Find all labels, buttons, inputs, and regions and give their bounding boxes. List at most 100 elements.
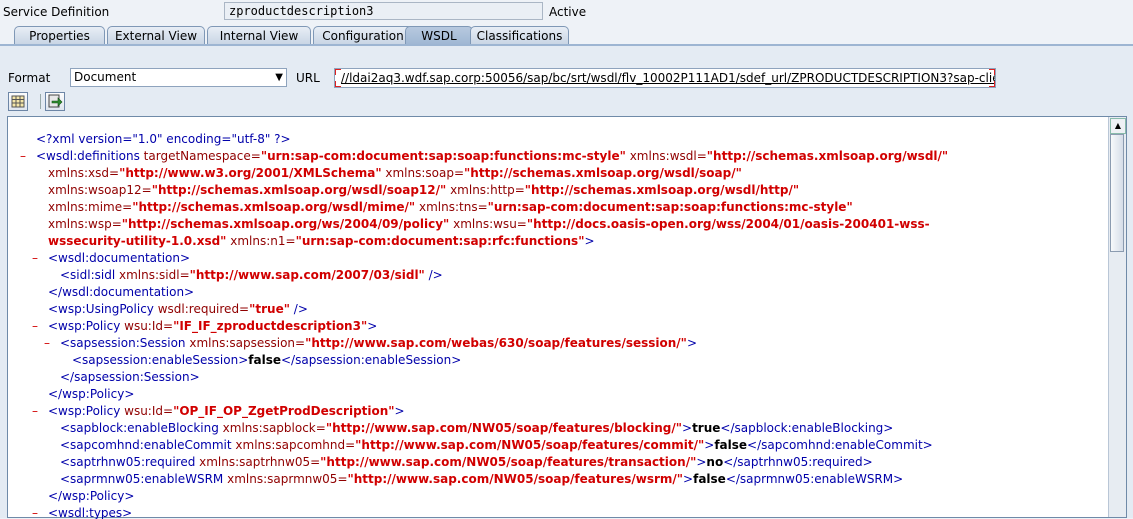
xml-attr: xmlns:saptrhnw05=	[199, 455, 321, 469]
chevron-down-icon[interactable]: ▼	[275, 69, 283, 86]
xml-attr: xmlns:wsu=	[449, 217, 527, 231]
xml-line: <sapcomhnd:enableCommit xmlns:sapcomhnd=…	[60, 437, 933, 454]
format-select[interactable]: Document ▼	[70, 68, 287, 87]
xml-tag: >	[367, 319, 378, 333]
xml-tag: <wsp:Policy	[48, 319, 125, 333]
xml-val: "http://www.sap.com/NW05/soap/features/b…	[325, 421, 682, 435]
scrollbar-thumb[interactable]	[1110, 134, 1124, 252]
collapse-toggle-icon[interactable]: –	[32, 403, 38, 420]
xml-tag: <wsdl:definitions	[36, 149, 144, 163]
service-name-field[interactable]: zproductdescription3	[224, 2, 543, 20]
xml-txt: false	[714, 438, 748, 452]
xml-tag: >	[394, 404, 405, 418]
xml-val: "http://schemas.xmlsoap.org/wsdl/soap/"	[464, 166, 742, 180]
xml-line: <?xml version="1.0" encoding="utf-8" ?>	[36, 131, 291, 148]
xml-line: xmlns:mime="http://schemas.xmlsoap.org/w…	[48, 199, 853, 216]
xml-txt: true	[692, 421, 721, 435]
xml-line: xmlns:xsd="http://www.w3.org/2001/XMLSch…	[48, 165, 742, 182]
xml-attr: xmlns:wsoap12=	[48, 183, 152, 197]
tab-configuration[interactable]: Configuration	[313, 26, 413, 45]
grid-view-button[interactable]	[8, 92, 28, 111]
xml-txt: no	[706, 455, 724, 469]
tab-wsdl[interactable]: WSDL	[405, 26, 473, 46]
xml-line: </wsp:Policy>	[48, 386, 134, 403]
xml-viewer[interactable]: <?xml version="1.0" encoding="utf-8" ?> –…	[7, 116, 1127, 519]
collapse-toggle-icon[interactable]: –	[44, 335, 50, 352]
service-definition-label: Service Definition	[3, 5, 110, 19]
xml-line: <sapsession:enableSession>false</sapsess…	[72, 352, 461, 369]
xml-attr: xmlns:http=	[446, 183, 525, 197]
xml-tag: />	[424, 268, 443, 282]
xml-line: <sapsession:Session xmlns:sapsession="ht…	[60, 335, 697, 352]
tab-classifications[interactable]: Classifications	[470, 26, 569, 45]
xml-line: <wsp:Policy wsu:Id="OP_IF_OP_ZgetProdDes…	[48, 403, 405, 420]
xml-val: "urn:sap-com:document:sap:soap:functions…	[487, 200, 853, 214]
collapse-toggle-icon[interactable]: –	[32, 318, 38, 335]
xml-val: "http://www.w3.org/2001/XMLSchema"	[119, 166, 382, 180]
xml-val: "http://schemas.xmlsoap.org/wsdl/http/"	[524, 183, 800, 197]
xml-val: "http://www.sap.com/NW05/soap/features/c…	[355, 438, 705, 452]
xml-line: wssecurity-utility-1.0.xsd" xmlns:n1="ur…	[48, 233, 595, 250]
xml-attr: xmlns:wsp=	[48, 217, 122, 231]
collapse-toggle-icon[interactable]: –	[32, 250, 38, 267]
xml-tag: >	[683, 472, 694, 486]
xml-attr: targetNamespace=	[143, 149, 261, 163]
tab-internal-view[interactable]: Internal View	[207, 26, 311, 45]
scroll-up-arrow-icon[interactable]: ▲	[1110, 118, 1126, 134]
xml-attr: wsu:Id=	[124, 404, 174, 418]
xml-line: <wsp:Policy wsu:Id="IF_IF_zproductdescri…	[48, 318, 377, 335]
xml-tag: >	[696, 455, 707, 469]
collapse-toggle-icon[interactable]: –	[32, 505, 38, 519]
format-selected-value: Document	[74, 70, 137, 84]
url-label: URL	[296, 71, 320, 85]
xml-tag: <sapcomhnd:enableCommit	[60, 438, 236, 452]
xml-val: "http://docs.oasis-open.org/wss/2004/01/…	[526, 217, 930, 231]
xml-line: <wsdl:documentation>	[48, 250, 190, 267]
xml-line: xmlns:wsp="http://schemas.xmlsoap.org/ws…	[48, 216, 930, 233]
xml-tag: <sapblock:enableBlocking	[60, 421, 223, 435]
xml-tag: <sapsession:Session	[60, 336, 190, 350]
xml-tag: >	[704, 438, 715, 452]
xml-line: <wsdl:types>	[48, 505, 132, 519]
xml-attr: xmlns:sapcomhnd=	[235, 438, 356, 452]
tab-properties[interactable]: Properties	[14, 26, 105, 45]
xml-attr: xmlns:n1=	[226, 234, 296, 248]
xml-attr: xmlns:soap=	[381, 166, 465, 180]
xml-tag: <wsdl:documentation>	[48, 251, 191, 265]
xml-attr: xmlns:wsdl=	[625, 149, 707, 163]
xml-content: <?xml version="1.0" encoding="utf-8" ?> –…	[8, 117, 1108, 519]
url-link[interactable]: //ldai2aq3.wdf.sap.corp:50056/sap/bc/srt…	[341, 71, 995, 85]
xml-attr: xmlns:sidl=	[119, 268, 190, 282]
xml-tag: />	[289, 302, 308, 316]
xml-tag: </sapsession:Session>	[60, 370, 200, 384]
xml-tag: <?xml version="1.0" encoding="utf-8" ?>	[36, 132, 291, 146]
xml-val: "http://schemas.xmlsoap.org/wsdl/soap12/…	[151, 183, 447, 197]
xml-attr: xmlns:mime=	[48, 200, 133, 214]
xml-val: "http://www.sap.com/NW05/soap/features/w…	[347, 472, 684, 486]
xml-tag: </saptrhnw05:required>	[723, 455, 873, 469]
toolbar-separator	[40, 94, 41, 109]
xml-tag: </saprmnw05:enableWSRM>	[725, 472, 904, 486]
xml-val: "http://schemas.xmlsoap.org/ws/2004/09/p…	[121, 217, 450, 231]
export-button[interactable]	[45, 92, 65, 111]
vertical-scrollbar[interactable]: ▲	[1108, 117, 1126, 517]
xml-attr: wsu:Id=	[124, 319, 174, 333]
xml-val: "http://www.sap.com/NW05/soap/features/t…	[320, 455, 697, 469]
xml-line: <sidl:sidl xmlns:sidl="http://www.sap.co…	[60, 267, 443, 284]
xml-line: </wsp:Policy>	[48, 488, 134, 505]
xml-txt: false	[693, 472, 726, 486]
tab-external-view[interactable]: External View	[107, 26, 205, 45]
url-field[interactable]: //ldai2aq3.wdf.sap.corp:50056/sap/bc/srt…	[334, 68, 996, 88]
xml-line: </wsdl:documentation>	[48, 284, 194, 301]
xml-val: "http://www.sap.com/2007/03/sidl"	[189, 268, 425, 282]
xml-tag: <saptrhnw05:required	[60, 455, 200, 469]
xml-val: "urn:sap-com:document:sap:rfc:functions"	[295, 234, 585, 248]
xml-attr: xmlns:sapsession=	[189, 336, 306, 350]
xml-tag: </sapsession:enableSession>	[280, 353, 462, 367]
xml-val: "http://www.sap.com/webas/630/soap/featu…	[305, 336, 687, 350]
xml-tag: <sidl:sidl	[60, 268, 119, 282]
xml-tag: <wsdl:types>	[48, 506, 133, 519]
xml-line: </sapsession:Session>	[60, 369, 200, 386]
collapse-toggle-icon[interactable]: –	[20, 148, 26, 165]
xml-attr: xmlns:xsd=	[48, 166, 120, 180]
